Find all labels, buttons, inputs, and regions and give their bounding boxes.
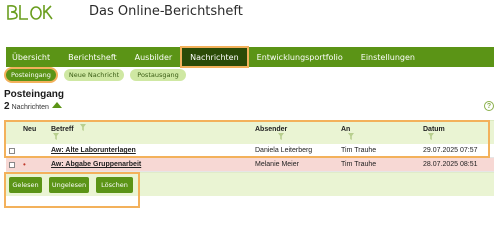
row-checkbox[interactable] [9, 162, 15, 168]
action-bar: Gelesen Ungelesen Löschen [6, 172, 494, 196]
subnav-posteingang[interactable]: Posteingang [6, 69, 56, 81]
nav-einstellungen[interactable]: Einstellungen [352, 47, 424, 67]
table-row[interactable]: Aw: Alte Laborunterlagen Daniela Leiterb… [6, 144, 494, 158]
collapse-up-icon[interactable] [51, 102, 62, 108]
message-sender: Melanie Meier [255, 161, 299, 168]
main-nav: Übersicht Berichtsheft Ausbilder Nachric… [6, 46, 494, 68]
col-date[interactable]: Datum [423, 126, 445, 133]
delete-button[interactable]: Löschen [96, 177, 133, 193]
mark-unread-button[interactable]: Ungelesen [49, 177, 89, 193]
table-header: Neu Betreff Absender An Datum [6, 120, 494, 144]
page-title: Posteingang [4, 89, 65, 100]
subnav-neue-nachricht[interactable]: Neue Nachricht [64, 69, 124, 81]
col-to[interactable]: An [341, 126, 350, 133]
message-count: 2 Nachrichten [4, 101, 62, 112]
message-recipient: Tim Trauhe [341, 147, 377, 154]
blok-logo[interactable] [6, 3, 86, 21]
nav-entwicklungsportfolio[interactable]: Entwicklungsportfolio [248, 47, 352, 67]
col-subject[interactable]: Betreff [51, 126, 74, 133]
sub-nav: Posteingang Neue Nachricht Postausgang [4, 67, 494, 83]
nav-nachrichten[interactable]: Nachrichten [180, 46, 249, 68]
unread-indicator: • [23, 160, 26, 169]
message-count-number: 2 [4, 101, 10, 112]
filter-icon[interactable] [278, 133, 284, 140]
message-table: Neu Betreff Absender An Datum Aw: Alte L… [6, 120, 494, 196]
table-row[interactable]: • Aw: Abgabe Gruppenarbeit Melanie Meier… [6, 158, 494, 172]
message-count-label: Nachrichten [11, 104, 49, 111]
filter-icon[interactable] [348, 133, 354, 140]
filter-icon[interactable] [53, 133, 59, 140]
message-sender: Daniela Leiterberg [255, 147, 313, 154]
help-icon[interactable]: ? [484, 101, 494, 111]
col-new[interactable]: Neu [23, 126, 36, 133]
mark-read-button[interactable]: Gelesen [9, 177, 42, 193]
subnav-postausgang[interactable]: Postausgang [130, 69, 186, 81]
message-date: 28.07.2025 08:51 [423, 161, 478, 168]
app-title: Das Online-Berichtsheft [89, 4, 243, 19]
nav-ausbilder[interactable]: Ausbilder [126, 47, 182, 67]
filter-icon[interactable] [428, 133, 434, 140]
nav-berichtsheft[interactable]: Berichtsheft [59, 47, 126, 67]
nav-uebersicht[interactable]: Übersicht [6, 47, 59, 67]
message-recipient: Tim Trauhe [341, 161, 377, 168]
filter-icon[interactable] [80, 124, 86, 131]
col-sender[interactable]: Absender [255, 126, 287, 133]
row-checkbox[interactable] [9, 148, 15, 154]
message-subject-link[interactable]: Aw: Abgabe Gruppenarbeit [51, 161, 141, 168]
message-date: 29.07.2025 07:57 [423, 147, 478, 154]
app-header: Das Online-Berichtsheft [0, 0, 500, 44]
message-subject-link[interactable]: Aw: Alte Laborunterlagen [51, 147, 136, 154]
